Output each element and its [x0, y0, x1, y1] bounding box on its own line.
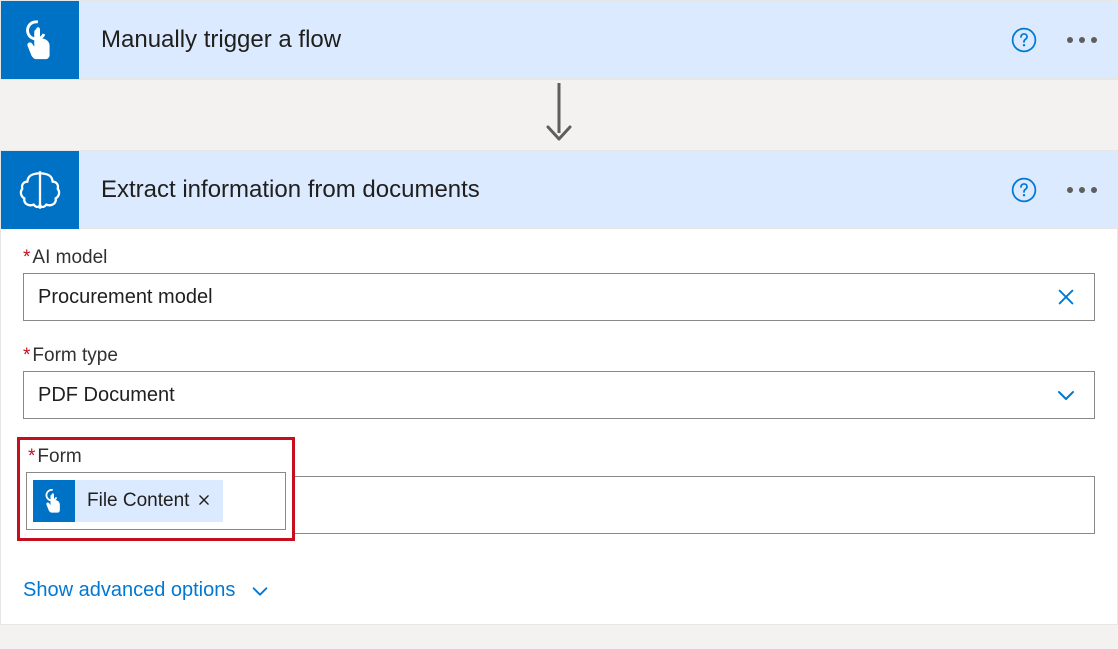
form-field-highlight: *Form File Content	[17, 437, 295, 541]
ai-brain-icon	[15, 165, 65, 215]
ai-model-value: Procurement model	[38, 286, 1046, 309]
clear-icon[interactable]	[1046, 286, 1086, 308]
more-menu-icon[interactable]	[1067, 37, 1097, 43]
action-icon-box	[1, 151, 79, 229]
show-advanced-label: Show advanced options	[23, 579, 235, 602]
touch-icon	[17, 17, 63, 63]
form-token-input[interactable]: File Content	[26, 472, 286, 530]
action-card[interactable]: Extract information from documents	[0, 150, 1118, 625]
form-type-label: *Form type	[23, 345, 1095, 367]
action-card-body: *AI model Procurement model *Form type P…	[1, 229, 1117, 624]
help-icon[interactable]	[1011, 27, 1037, 53]
form-type-value: PDF Document	[38, 384, 1046, 407]
remove-token-icon[interactable]	[197, 491, 211, 512]
ai-model-label: *AI model	[23, 247, 1095, 269]
chevron-down-icon	[249, 580, 271, 602]
form-type-select[interactable]: PDF Document	[23, 371, 1095, 419]
trigger-card[interactable]: Manually trigger a flow	[0, 0, 1118, 80]
token-label: File Content	[87, 490, 189, 512]
field-form: *Form File Content	[23, 443, 1095, 541]
flow-connector-arrow	[0, 80, 1118, 150]
field-form-type: *Form type PDF Document	[23, 345, 1095, 419]
trigger-title: Manually trigger a flow	[79, 26, 1011, 54]
help-icon[interactable]	[1011, 177, 1037, 203]
required-asterisk: *	[23, 247, 30, 268]
file-content-token[interactable]: File Content	[33, 480, 223, 522]
show-advanced-options-link[interactable]: Show advanced options	[23, 579, 271, 602]
flow-designer-canvas: Manually trigger a flow	[0, 0, 1118, 649]
required-asterisk: *	[23, 345, 30, 366]
trigger-icon-box	[1, 1, 79, 79]
form-label: *Form	[28, 446, 286, 468]
action-title: Extract information from documents	[79, 176, 1011, 204]
field-ai-model: *AI model Procurement model	[23, 247, 1095, 321]
touch-icon	[33, 480, 75, 522]
trigger-card-header[interactable]: Manually trigger a flow	[1, 1, 1117, 79]
chevron-down-icon[interactable]	[1046, 383, 1086, 407]
action-card-header[interactable]: Extract information from documents	[1, 151, 1117, 229]
more-menu-icon[interactable]	[1067, 187, 1097, 193]
ai-model-input[interactable]: Procurement model	[23, 273, 1095, 321]
required-asterisk: *	[28, 446, 35, 467]
